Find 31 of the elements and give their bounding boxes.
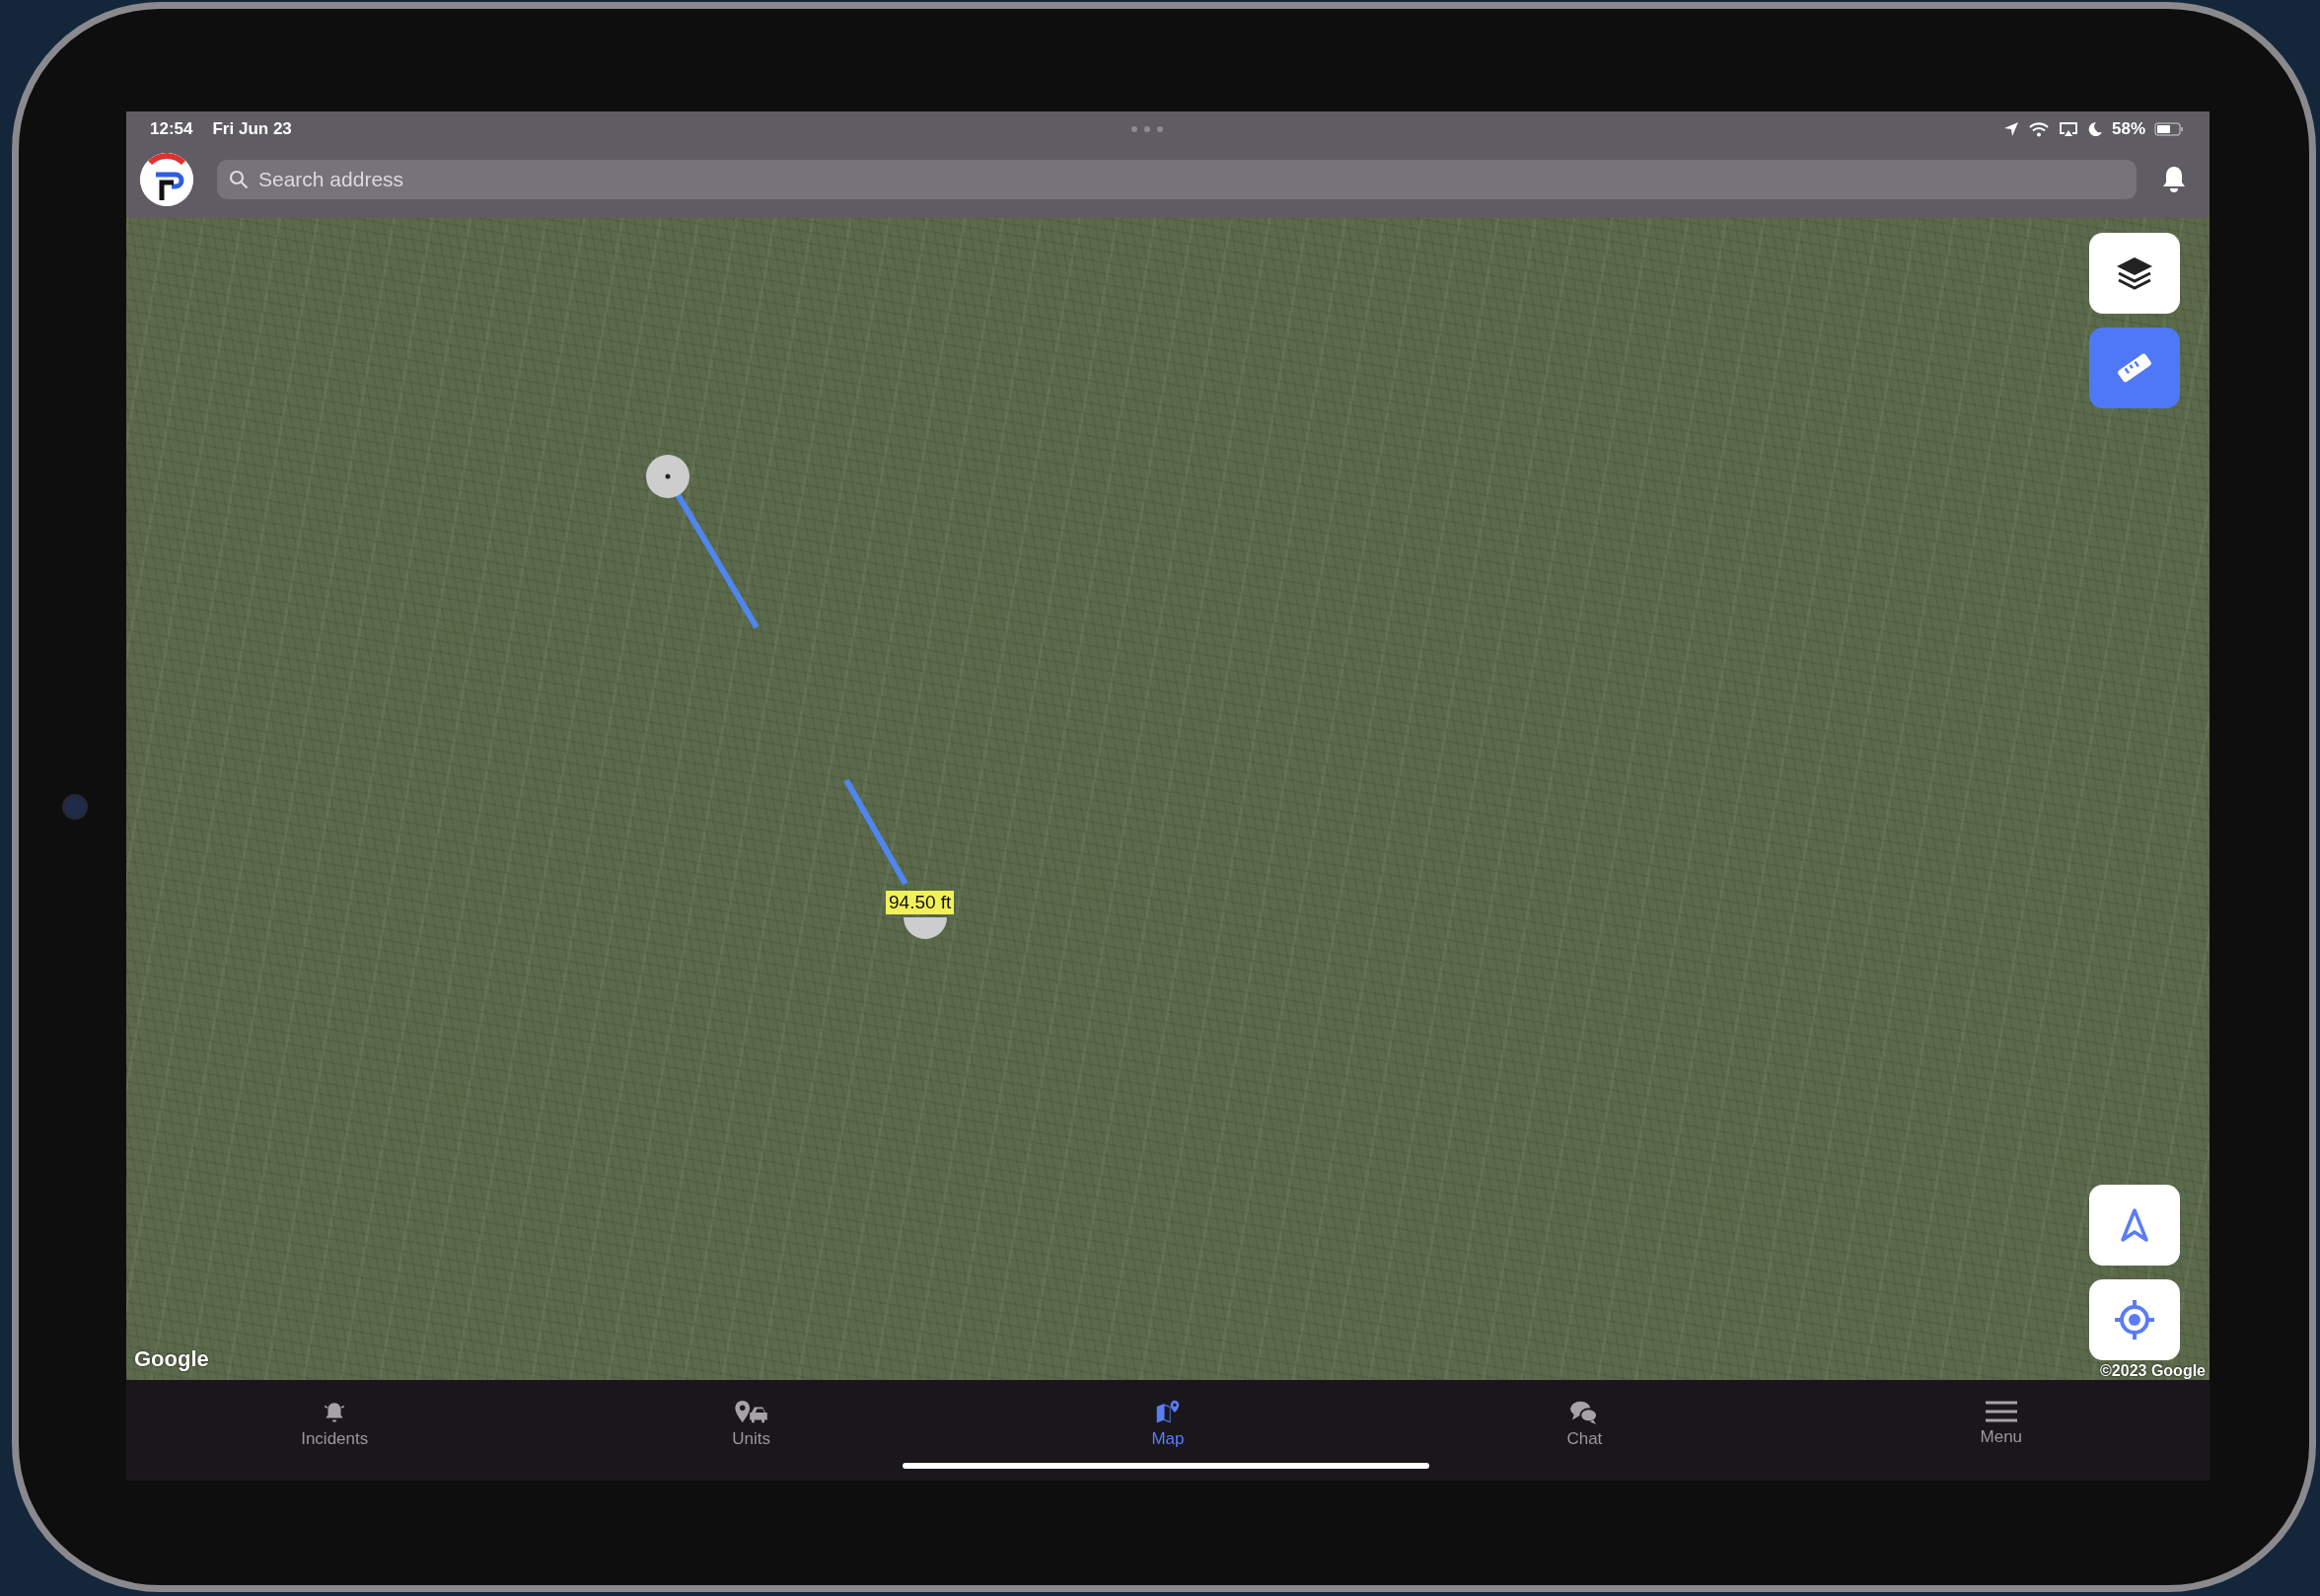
app-logo-icon[interactable] [140, 153, 193, 206]
measure-point-marker[interactable] [904, 917, 947, 939]
navigation-arrow-icon [2120, 1207, 2149, 1243]
moon-icon [2086, 121, 2103, 137]
tab-bar-item[interactable]: Incidents [301, 1380, 369, 1449]
status-date: Fri Jun 23 [212, 119, 292, 139]
distance-label: 94.50 ft [886, 891, 955, 914]
tab-bar-item[interactable]: Menu [1980, 1380, 2023, 1449]
wifi-icon [2027, 121, 2050, 137]
map-provider-logo: Google [134, 1346, 209, 1372]
search-field[interactable]: Search address [217, 160, 2137, 199]
battery-icon [2154, 122, 2184, 136]
locate-button[interactable] [2089, 1279, 2180, 1360]
screen-mirror-icon [2058, 121, 2078, 137]
crosshair-icon [2114, 1299, 2155, 1341]
map-copyright: ©2023 Google [2100, 1362, 2206, 1380]
tab-bar-item[interactable]: Chat [1566, 1380, 1603, 1449]
more-dots-icon [1130, 125, 1165, 133]
notification-bell-icon[interactable] [2160, 165, 2188, 194]
measure-button[interactable] [2089, 327, 2180, 408]
camera-lens [62, 794, 88, 820]
battery-percent: 58% [2111, 119, 2145, 139]
layers-icon [2115, 255, 2154, 291]
layers-button[interactable] [2089, 233, 2180, 314]
menu-icon [1984, 1400, 2018, 1423]
tab-bar-item[interactable]: Map [1151, 1380, 1185, 1449]
status-time: 12:54 [150, 119, 193, 139]
navigation-button[interactable] [2089, 1185, 2180, 1266]
tab-bar-item[interactable]: Units [731, 1380, 771, 1449]
measure-point-marker[interactable] [646, 455, 689, 498]
location-arrow-icon [2002, 121, 2019, 137]
